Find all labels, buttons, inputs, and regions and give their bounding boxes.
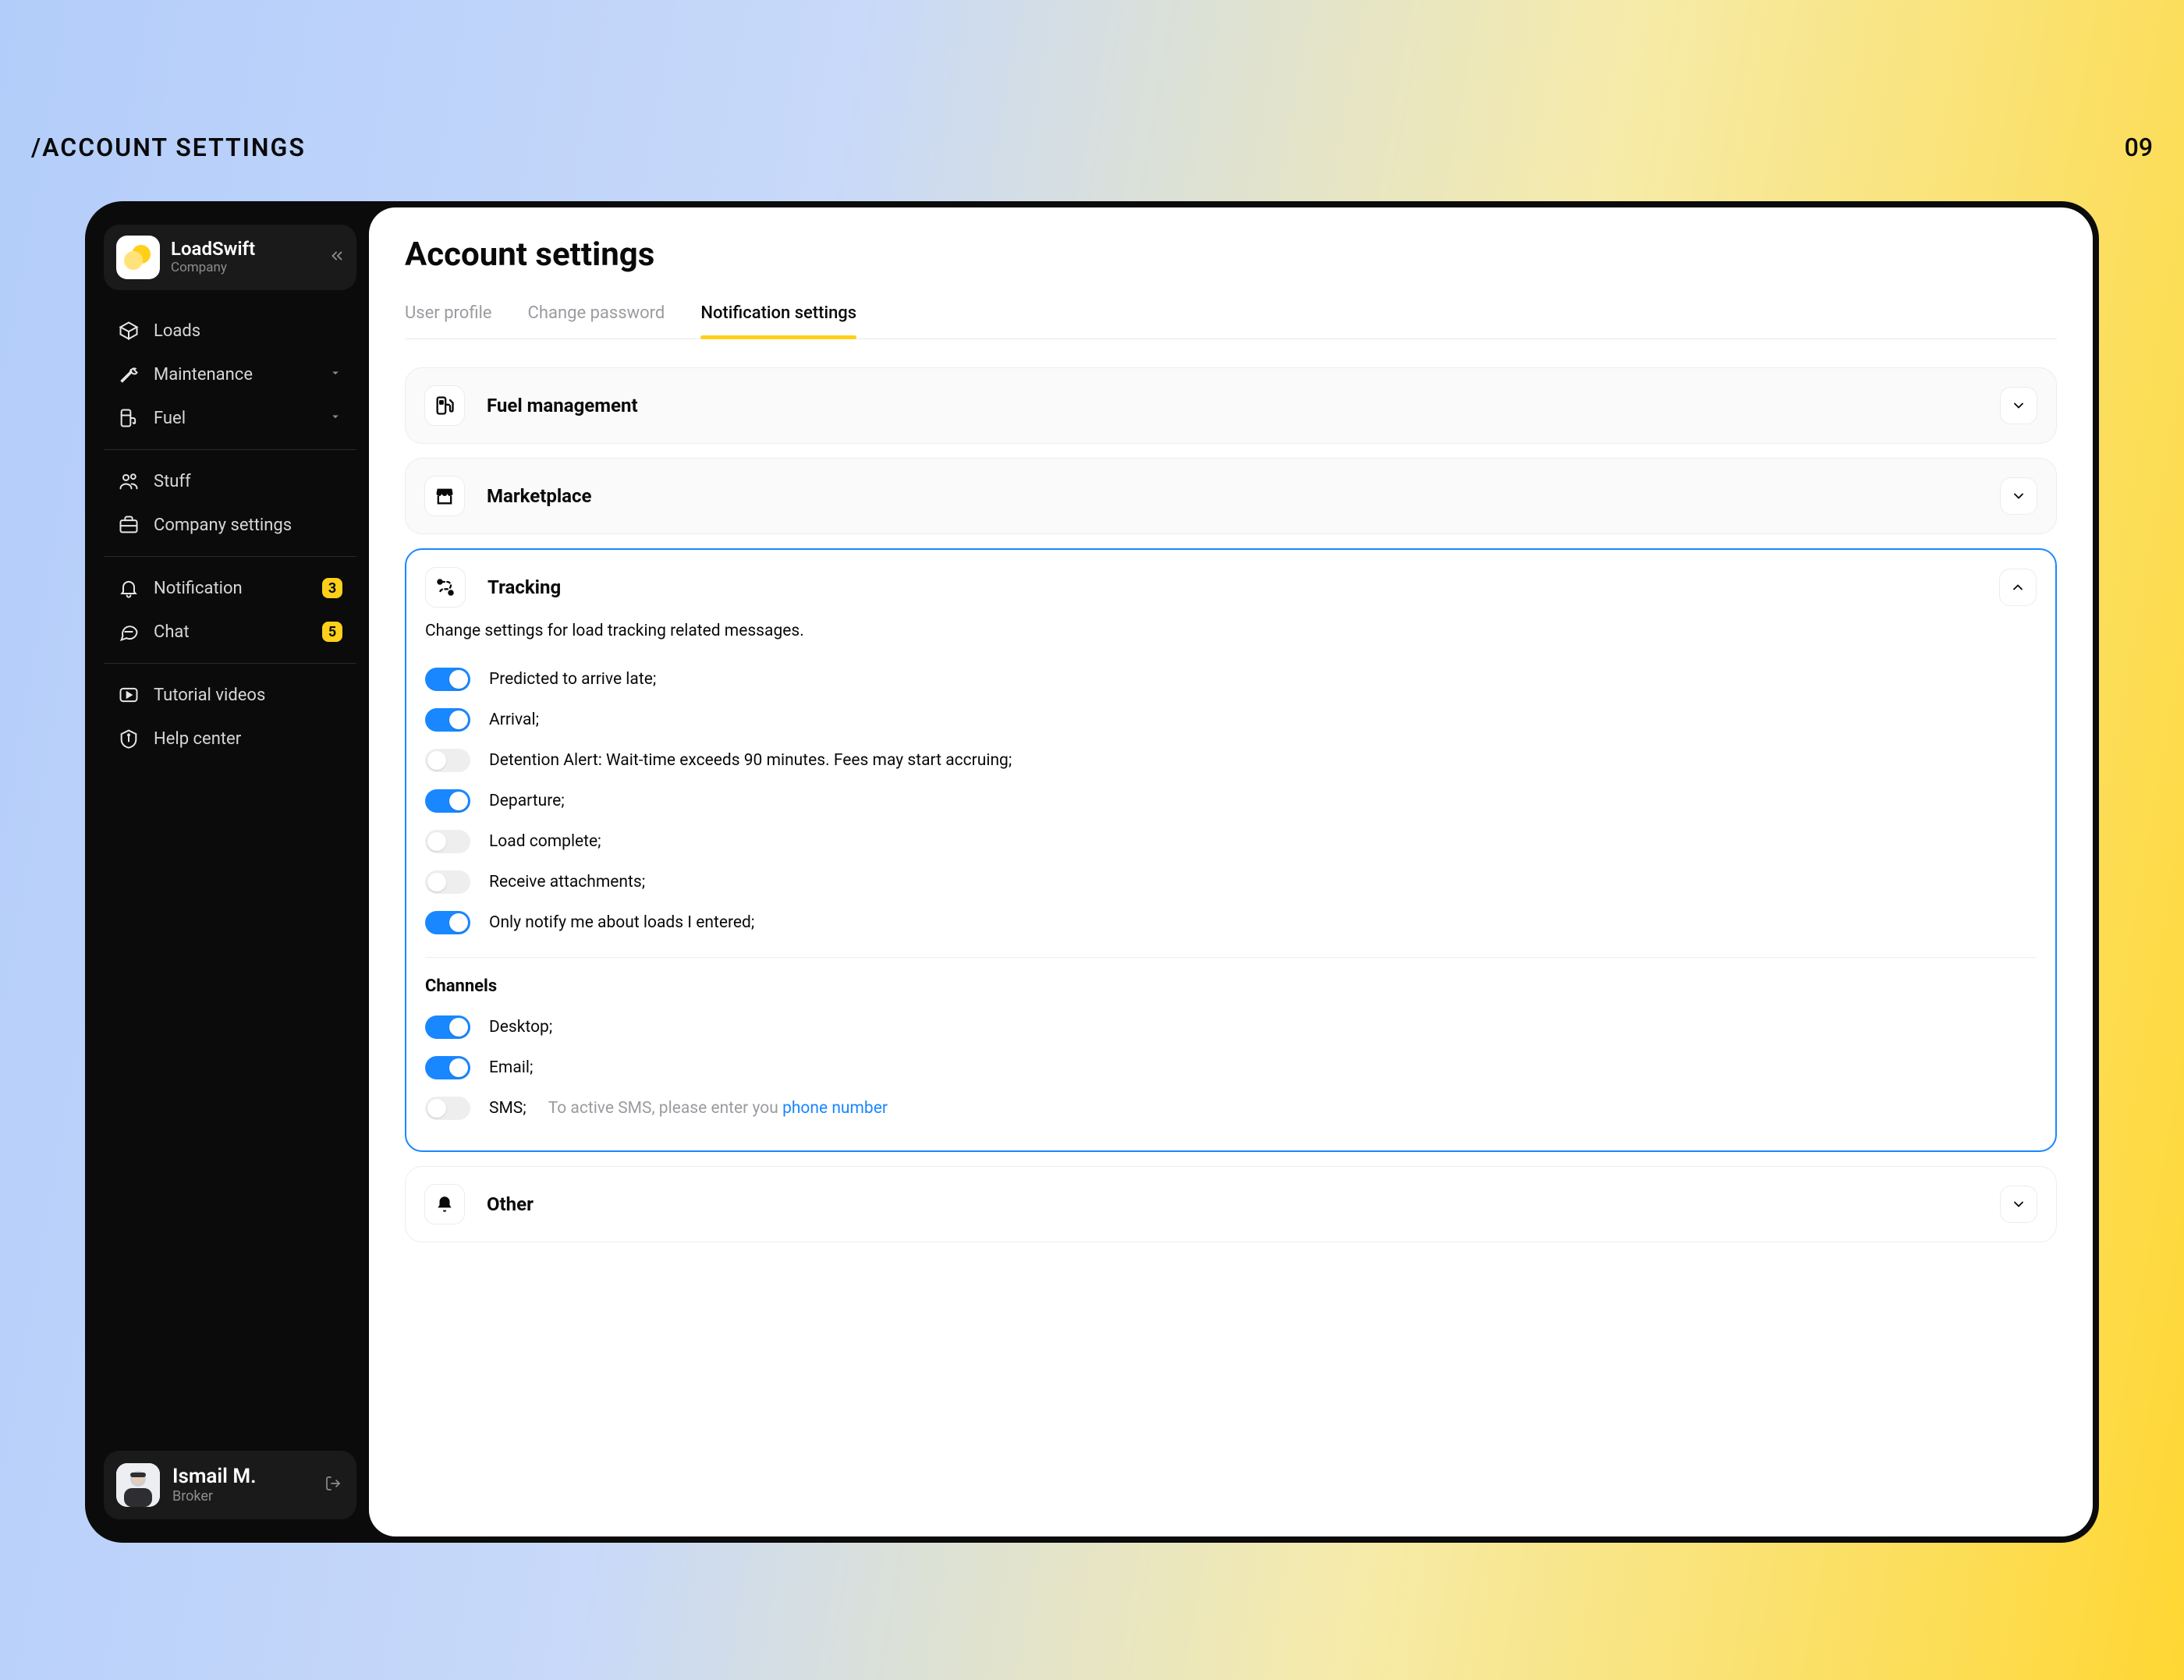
context-title: /ACCOUNT SETTINGS — [31, 133, 306, 162]
collapse-sidebar-icon[interactable] — [328, 247, 346, 268]
brand-subtitle: Company — [171, 261, 255, 276]
section-tracking: Tracking Change settings for load tracki… — [405, 548, 2057, 1152]
sidebar-item-company-settings[interactable]: Company settings — [107, 503, 353, 547]
user-card[interactable]: Ismail M. Broker — [104, 1451, 356, 1519]
section-title: Marketplace — [487, 485, 591, 507]
main-panel: Account settings User profile Change pas… — [369, 207, 2093, 1536]
sidebar-item-fuel[interactable]: Fuel — [107, 396, 353, 440]
chat-badge: 5 — [322, 622, 342, 642]
toggle-label: SMS; — [489, 1099, 526, 1118]
chevron-down-icon[interactable] — [2000, 387, 2037, 424]
sidebar-item-stuff[interactable]: Stuff — [107, 459, 353, 503]
tabs: User profile Change password Notificatio… — [405, 296, 2057, 339]
info-icon — [118, 728, 140, 750]
toggle-predicted-late[interactable] — [425, 668, 470, 691]
toggle-label: Arrival; — [489, 711, 539, 729]
sidebar-item-label: Loads — [154, 321, 200, 341]
section-marketplace: Marketplace — [405, 458, 2057, 534]
sidebar-item-maintenance[interactable]: Maintenance — [107, 353, 353, 396]
briefcase-icon — [118, 514, 140, 536]
box-icon — [118, 320, 140, 342]
toggle-label: Departure; — [489, 792, 565, 810]
chevron-down-icon[interactable] — [2000, 477, 2037, 515]
brand-card[interactable]: LoadSwift Company — [104, 225, 356, 290]
avatar — [116, 1463, 160, 1507]
sidebar-item-help[interactable]: Help center — [107, 717, 353, 760]
toggle-label: Desktop; — [489, 1018, 552, 1037]
section-other: Other — [405, 1166, 2057, 1242]
sidebar-item-notification[interactable]: Notification 3 — [107, 566, 353, 610]
wrench-icon — [118, 363, 140, 385]
video-icon — [118, 684, 140, 706]
sidebar-item-label: Stuff — [154, 472, 191, 491]
chat-icon — [118, 621, 140, 643]
sidebar: LoadSwift Company Loads Maintenance — [91, 207, 369, 1536]
toggle-label: Receive attachments; — [489, 873, 645, 891]
chevron-up-icon[interactable] — [1999, 569, 2037, 606]
sidebar-item-label: Fuel — [154, 409, 186, 428]
sidebar-item-label: Maintenance — [154, 365, 253, 385]
sidebar-item-label: Chat — [154, 622, 190, 642]
page-title: Account settings — [405, 236, 2057, 274]
toggle-label: Predicted to arrive late; — [489, 670, 656, 689]
chevron-down-icon[interactable] — [2000, 1186, 2037, 1223]
toggle-arrival[interactable] — [425, 708, 470, 732]
people-icon — [118, 470, 140, 492]
section-fuel-management: Fuel management — [405, 367, 2057, 444]
sidebar-item-label: Help center — [154, 729, 241, 749]
fuel-icon — [118, 407, 140, 429]
sidebar-item-label: Notification — [154, 579, 243, 598]
brand-logo — [116, 236, 160, 279]
notification-badge: 3 — [322, 578, 342, 598]
section-header-marketplace[interactable]: Marketplace — [406, 459, 2056, 533]
bell-icon — [424, 1184, 465, 1225]
section-header-other[interactable]: Other — [406, 1167, 2056, 1242]
channels-heading: Channels — [425, 976, 2037, 996]
phone-number-link[interactable]: phone number — [782, 1099, 888, 1118]
toggle-channel-desktop[interactable] — [425, 1015, 470, 1039]
sidebar-item-label: Company settings — [154, 516, 292, 535]
sidebar-item-chat[interactable]: Chat 5 — [107, 610, 353, 654]
section-title: Fuel management — [487, 395, 638, 416]
tab-notification-settings[interactable]: Notification settings — [700, 296, 856, 338]
logout-icon[interactable] — [324, 1474, 342, 1496]
section-description: Change settings for load tracking relate… — [425, 622, 2037, 640]
store-icon — [424, 476, 465, 516]
toggle-receive-attachments[interactable] — [425, 870, 470, 894]
fuel-pump-icon — [424, 385, 465, 426]
route-icon — [425, 567, 466, 608]
context-page: 09 — [2125, 133, 2153, 162]
sidebar-item-label: Tutorial videos — [154, 686, 265, 705]
sms-hint: To active SMS, please enter you phone nu… — [548, 1099, 888, 1118]
toggle-channel-sms[interactable] — [425, 1097, 470, 1120]
toggle-departure[interactable] — [425, 789, 470, 813]
sidebar-item-tutorials[interactable]: Tutorial videos — [107, 673, 353, 717]
user-name: Ismail M. — [172, 1466, 257, 1489]
toggle-detention[interactable] — [425, 749, 470, 772]
bell-icon — [118, 577, 140, 599]
section-title: Tracking — [488, 576, 561, 598]
sidebar-item-loads[interactable]: Loads — [107, 309, 353, 353]
toggle-label: Load complete; — [489, 832, 601, 851]
chevron-down-icon — [328, 365, 342, 385]
section-header-tracking[interactable]: Tracking — [406, 550, 2055, 625]
toggle-channel-email[interactable] — [425, 1056, 470, 1079]
context-header: /ACCOUNT SETTINGS 09 — [31, 133, 2153, 162]
toggle-label: Detention Alert: Wait-time exceeds 90 mi… — [489, 751, 1012, 770]
chevron-down-icon — [328, 409, 342, 428]
toggle-load-complete[interactable] — [425, 830, 470, 853]
toggle-own-loads[interactable] — [425, 911, 470, 934]
toggle-label: Email; — [489, 1058, 533, 1077]
brand-name: LoadSwift — [171, 239, 255, 261]
user-role: Broker — [172, 1489, 257, 1505]
toggle-label: Only notify me about loads I entered; — [489, 913, 754, 932]
section-title: Other — [487, 1193, 534, 1215]
tab-user-profile[interactable]: User profile — [405, 296, 492, 338]
section-header-fuel[interactable]: Fuel management — [406, 368, 2056, 443]
app-frame: LoadSwift Company Loads Maintenance — [85, 201, 2099, 1543]
tab-change-password[interactable]: Change password — [528, 296, 665, 338]
